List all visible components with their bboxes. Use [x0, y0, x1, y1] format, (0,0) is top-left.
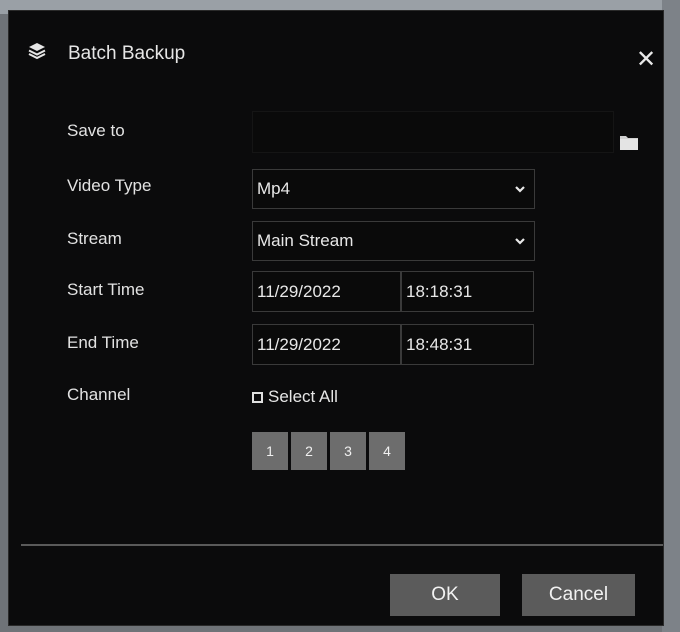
ok-button[interactable]: OK: [390, 574, 500, 616]
save-to-label: Save to: [67, 121, 125, 140]
backdrop-right: [662, 0, 680, 632]
close-icon[interactable]: ✕: [633, 47, 659, 73]
chevron-down-icon: [515, 238, 525, 245]
start-time-label: Start Time: [67, 280, 145, 299]
channel-2-button[interactable]: 2: [291, 432, 327, 470]
end-date-field[interactable]: 11/29/2022: [252, 324, 401, 365]
video-type-value: Mp4: [257, 179, 291, 198]
dialog-title: Batch Backup: [68, 43, 186, 64]
batch-backup-dialog: Batch Backup ✕ Save to Video Type Mp4 St…: [8, 10, 664, 626]
channel-4-button[interactable]: 4: [369, 432, 405, 470]
stream-label: Stream: [67, 229, 122, 248]
stream-value: Main Stream: [257, 231, 354, 250]
channel-label: Channel: [67, 385, 131, 404]
start-time-field[interactable]: 18:18:31: [401, 271, 534, 312]
chevron-down-icon: [515, 186, 525, 193]
select-all-label: Select All: [268, 387, 338, 406]
end-time-field[interactable]: 18:48:31: [401, 324, 534, 365]
dialog-titlebar: Batch Backup ✕: [9, 11, 663, 73]
start-date-field[interactable]: 11/29/2022: [252, 271, 401, 312]
channel-3-button[interactable]: 3: [330, 432, 366, 470]
cancel-button[interactable]: Cancel: [522, 574, 635, 616]
channel-buttons: 1 2 3 4: [252, 432, 405, 470]
checkbox-box[interactable]: [252, 391, 263, 403]
select-all-checkbox[interactable]: Select All: [252, 387, 338, 407]
video-type-select[interactable]: Mp4: [252, 169, 535, 209]
save-to-path-field[interactable]: [252, 111, 614, 153]
stream-select[interactable]: Main Stream: [252, 221, 535, 261]
channel-1-button[interactable]: 1: [252, 432, 288, 470]
video-type-label: Video Type: [67, 176, 152, 195]
end-time-label: End Time: [67, 333, 139, 352]
footer-divider: [21, 544, 663, 546]
layers-icon: [28, 43, 46, 60]
folder-icon[interactable]: [619, 133, 639, 151]
